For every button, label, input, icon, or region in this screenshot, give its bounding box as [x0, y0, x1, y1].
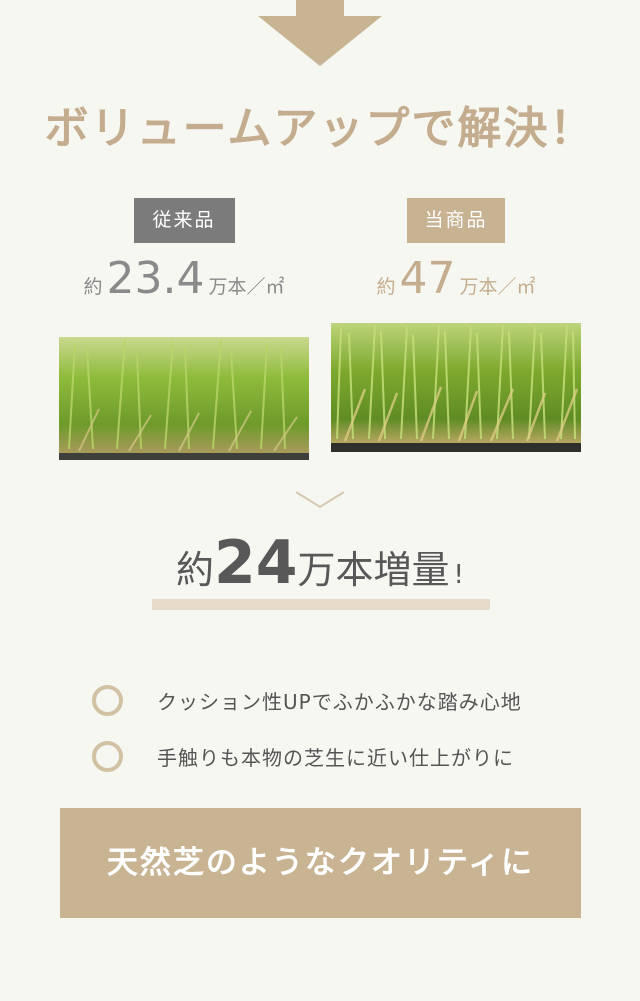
conventional-density: 約23.4 万本／㎡ — [59, 253, 309, 304]
feature-text: クッション性UPでふかふかな踏み心地 — [157, 689, 522, 714]
increase-unit: 万本増量 — [297, 548, 450, 592]
circle-bullet-icon — [92, 684, 123, 716]
feature-item: クッション性UPでふかふかな踏み心地 — [92, 672, 612, 728]
headline: ボリュームアップで解決！ — [44, 103, 596, 154]
density-unit: 万本／㎡ — [459, 276, 536, 298]
our-product-badge: 当商品 — [407, 198, 505, 243]
density-prefix: 約 — [376, 276, 396, 298]
conventional-badge: 従来品 — [133, 198, 235, 243]
density-value: 47 — [399, 253, 456, 304]
increase-value: 24 — [214, 528, 298, 598]
increase-exclaim: ! — [453, 560, 464, 590]
density-prefix: 約 — [83, 276, 103, 298]
circle-bullet-icon — [92, 740, 123, 772]
density-unit: 万本／㎡ — [208, 276, 285, 298]
chevron-down-icon — [295, 491, 345, 509]
conventional-product: 従来品 約23.4 万本／㎡ — [59, 198, 309, 463]
highlight-underline — [152, 599, 490, 610]
increase-prefix: 約 — [176, 548, 215, 592]
density-value: 23.4 — [106, 253, 205, 304]
our-grass-image — [331, 323, 581, 452]
our-density: 約47 万本／㎡ — [331, 253, 581, 304]
feature-item: 手触りも本物の芝生に近い仕上がりに — [92, 728, 612, 784]
feature-list: クッション性UPでふかふかな踏み心地 手触りも本物の芝生に近い仕上がりに — [92, 672, 612, 784]
quality-banner: 天然芝のようなクオリティに — [60, 808, 581, 918]
our-product: 当商品 約47 万本／㎡ — [331, 198, 581, 453]
feature-text: 手触りも本物の芝生に近い仕上がりに — [157, 745, 514, 770]
conventional-grass-image — [59, 337, 309, 460]
down-arrow-icon — [258, 0, 382, 66]
increase-statement: 約24万本増量! — [0, 528, 640, 598]
